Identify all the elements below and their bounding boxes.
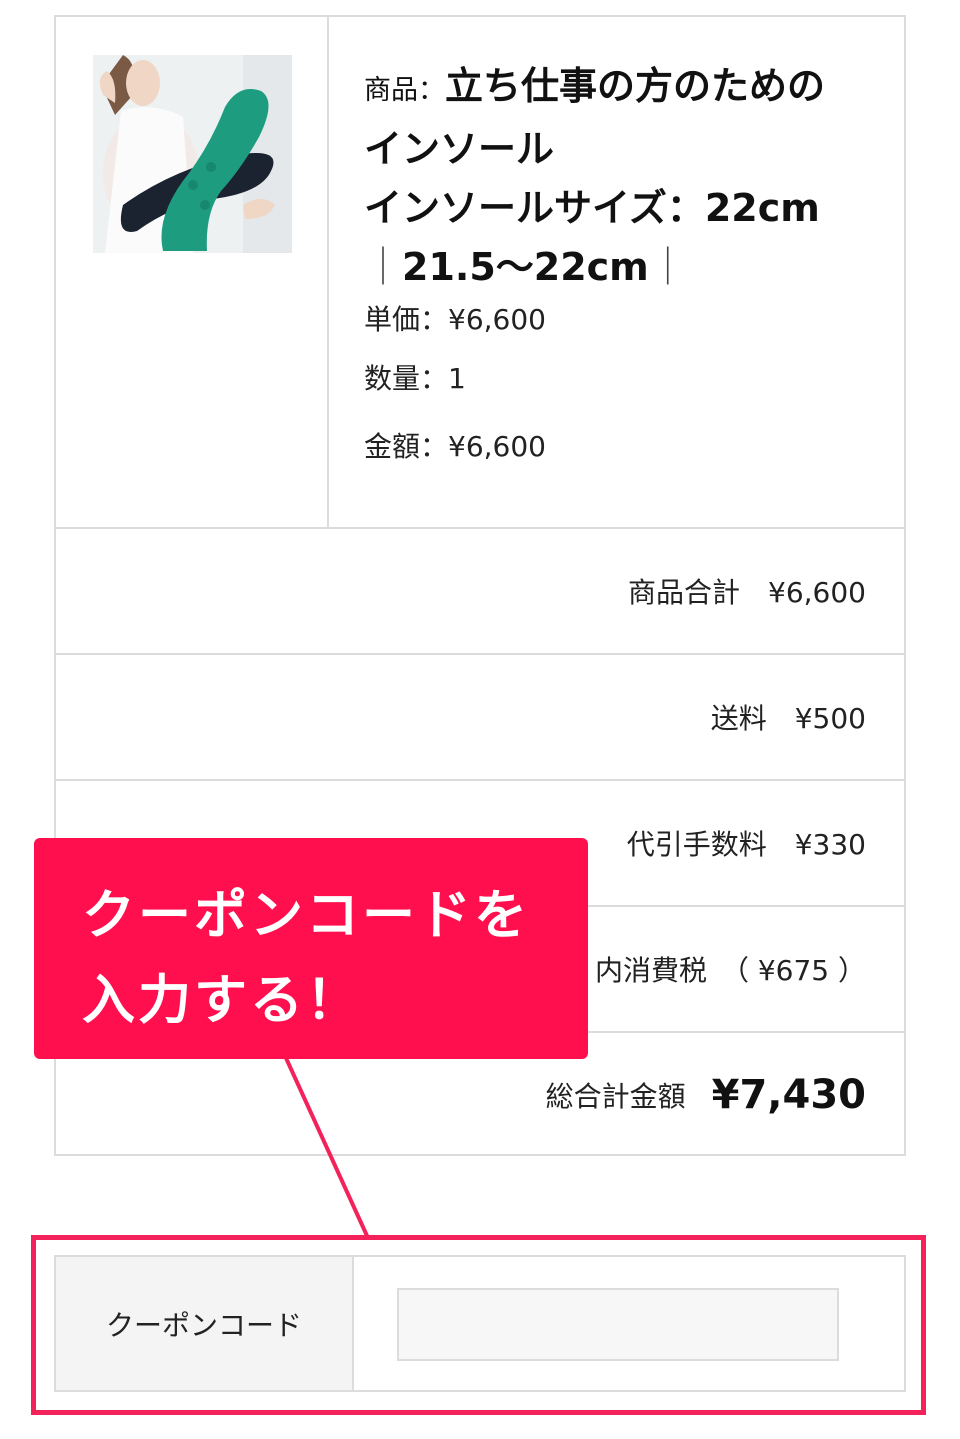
callout-banner: クーポンコードを 入力する！ xyxy=(34,838,588,1059)
coupon-code-input[interactable] xyxy=(397,1288,839,1361)
coupon-table: クーポンコード xyxy=(54,1255,906,1392)
callout-pointer-line xyxy=(284,1057,370,1239)
callout-text: クーポンコードを 入力する！ xyxy=(82,885,530,1031)
coupon-label: クーポンコード xyxy=(56,1257,354,1390)
